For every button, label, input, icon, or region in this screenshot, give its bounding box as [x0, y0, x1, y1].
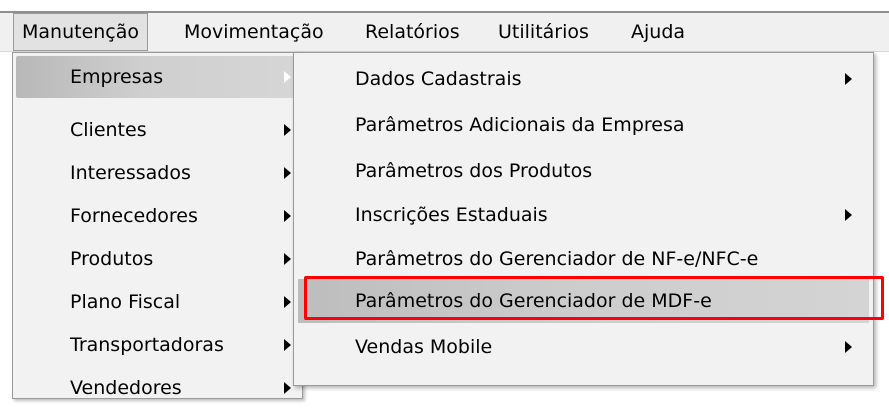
menubar-item-relatorios[interactable]: Relatórios	[357, 13, 468, 51]
menubar-item-label: Ajuda	[631, 21, 686, 43]
menubar-item-movimentacao[interactable]: Movimentação	[176, 13, 332, 51]
submenu-arrow-icon	[845, 341, 852, 353]
menu-item-label: Parâmetros dos Produtos	[355, 160, 593, 182]
menu-item-interessados[interactable]: Interessados	[16, 152, 299, 194]
submenu-arrow-icon	[284, 296, 291, 308]
submenu-arrow-icon	[284, 71, 291, 83]
menu-item-label: Parâmetros do Gerenciador de NF-e/NFC-e	[355, 248, 759, 270]
menu-item-label: Clientes	[70, 119, 147, 141]
menu-item-label: Vendas Mobile	[355, 336, 493, 358]
manutencao-dropdown-menu: Empresas Clientes Interessados Fornecedo…	[12, 52, 303, 399]
menu-item-label: Vendedores	[70, 377, 182, 399]
menu-item-vendas-mobile[interactable]: Vendas Mobile	[298, 325, 869, 369]
menubar-item-label: Relatórios	[365, 21, 460, 43]
submenu-arrow-icon	[284, 167, 291, 179]
menu-item-gerenciador-nfe[interactable]: Parâmetros do Gerenciador de NF-e/NFC-e	[298, 237, 869, 281]
menu-item-fornecedores[interactable]: Fornecedores	[16, 195, 299, 237]
submenu-arrow-icon	[284, 382, 291, 394]
submenu-arrow-icon	[845, 209, 852, 221]
empresas-submenu: Dados Cadastrais Parâmetros Adicionais d…	[293, 52, 874, 386]
submenu-arrow-icon	[284, 210, 291, 222]
menu-item-dados-cadastrais[interactable]: Dados Cadastrais	[298, 57, 869, 101]
menu-item-produtos[interactable]: Produtos	[16, 238, 299, 280]
menubar-item-manutencao[interactable]: Manutenção	[13, 13, 149, 51]
submenu-arrow-icon	[284, 124, 291, 136]
window-top-border	[0, 0, 889, 13]
menubar-item-label: Manutenção	[22, 21, 140, 43]
menubar-item-label: Movimentação	[184, 21, 324, 43]
menu-item-label: Interessados	[70, 162, 191, 184]
submenu-arrow-icon	[845, 73, 852, 85]
menu-item-parametros-adicionais[interactable]: Parâmetros Adicionais da Empresa	[298, 103, 869, 147]
menu-item-label: Empresas	[70, 66, 164, 88]
menu-item-plano-fiscal[interactable]: Plano Fiscal	[16, 281, 299, 323]
menu-item-empresas[interactable]: Empresas	[16, 56, 299, 98]
menu-item-transportadoras[interactable]: Transportadoras	[16, 324, 299, 366]
menu-item-label: Produtos	[70, 248, 154, 270]
menu-item-label: Inscrições Estaduais	[355, 204, 548, 226]
menu-bar: Manutenção Movimentação Relatórios Utili…	[0, 13, 889, 52]
menu-item-label: Transportadoras	[70, 334, 224, 356]
menu-item-clientes[interactable]: Clientes	[16, 109, 299, 151]
menu-item-label: Plano Fiscal	[70, 291, 181, 313]
menu-item-label: Dados Cadastrais	[355, 68, 522, 90]
menu-item-inscricoes-estaduais[interactable]: Inscrições Estaduais	[298, 193, 869, 237]
menu-item-label: Parâmetros Adicionais da Empresa	[355, 114, 685, 136]
menubar-item-utilitarios[interactable]: Utilitários	[490, 13, 597, 51]
menu-item-vendedores[interactable]: Vendedores	[16, 367, 299, 409]
menubar-item-ajuda[interactable]: Ajuda	[623, 13, 693, 51]
menubar-item-label: Utilitários	[498, 21, 589, 43]
menu-item-parametros-produtos[interactable]: Parâmetros dos Produtos	[298, 149, 869, 193]
submenu-arrow-icon	[284, 253, 291, 265]
highlight-annotation-box	[304, 276, 884, 320]
menu-item-label: Fornecedores	[70, 205, 198, 227]
submenu-arrow-icon	[284, 339, 291, 351]
